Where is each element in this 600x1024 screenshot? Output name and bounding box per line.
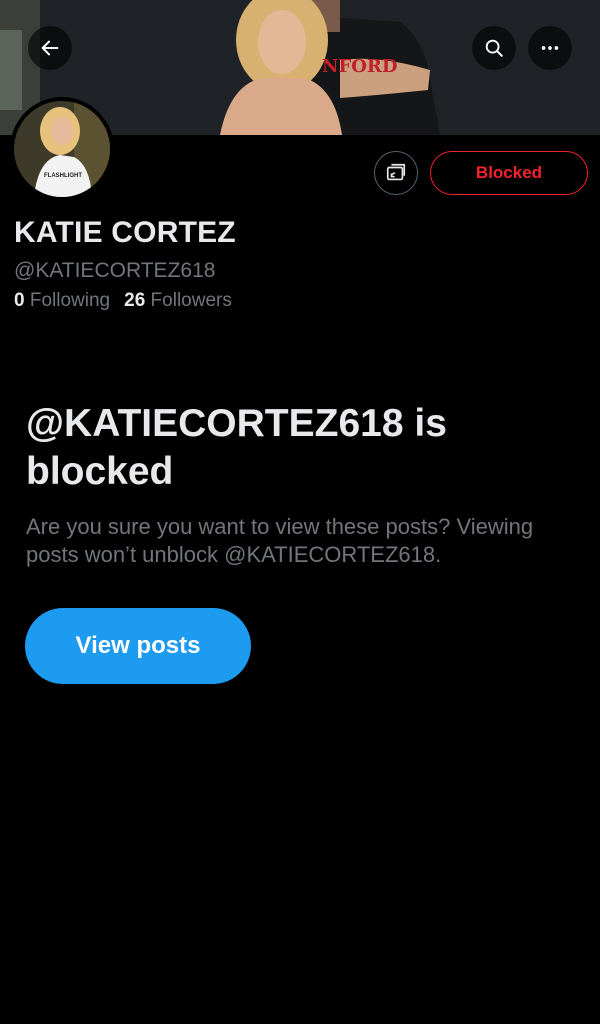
banner-shirt-text: NFORD [322, 56, 397, 77]
blocked-button-label: Blocked [475, 163, 543, 182]
arrow-left-icon [41, 40, 59, 56]
avatar-photo: FLASHLIGHT [14, 101, 110, 197]
avatar-shirt-text: FLASHLIGHT [44, 173, 82, 179]
blocked-button[interactable]: Blocked [430, 151, 588, 195]
cast-icon [386, 163, 406, 181]
followers-label: Followers [150, 290, 232, 311]
followers-count: 26 [124, 290, 146, 311]
profile-stats: 0 Following 26 Followers [14, 290, 232, 312]
followers-link[interactable]: 26 Followers [124, 290, 232, 311]
back-button[interactable] [28, 26, 72, 70]
following-count: 0 [14, 290, 25, 311]
view-posts-button[interactable]: View posts [25, 608, 251, 684]
search-icon [485, 39, 503, 57]
blocked-description: Are you sure you want to view these post… [26, 514, 534, 567]
profile-handle: @KATIECORTEZ618 [14, 259, 216, 282]
view-posts-label: View posts [75, 632, 201, 659]
blocked-title: @KATIECORTEZ618 is blocked [26, 402, 447, 493]
avatar[interactable]: FLASHLIGHT [10, 97, 114, 201]
profile-name: KATIE CORTEZ [14, 216, 236, 249]
more-button[interactable] [528, 26, 572, 70]
more-horizontal-icon [541, 46, 559, 50]
following-label: Following [29, 290, 111, 311]
following-link[interactable]: 0 Following [14, 290, 110, 311]
cast-button[interactable] [374, 151, 418, 195]
search-button[interactable] [472, 26, 516, 70]
